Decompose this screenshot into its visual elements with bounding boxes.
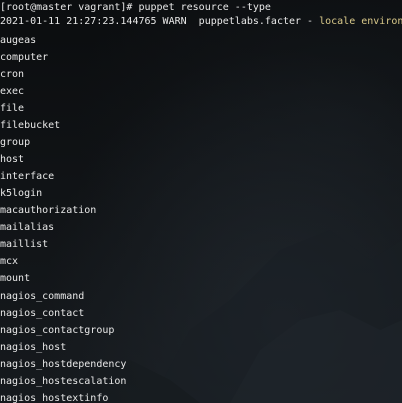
resource-type-line: mount [0,273,31,284]
terminal-window[interactable]: [root@master vagrant]# puppet resource -… [0,0,402,403]
resource-type-line: group [0,137,31,148]
warning-log-message: locale environ [319,16,402,27]
resource-type-line: interface [0,171,55,182]
command-prompt-line: [root@master vagrant]# puppet resource -… [0,2,271,13]
resource-type-line: nagios_command [0,291,85,302]
resource-type-line: host [0,154,25,165]
resource-type-line: nagios_hostextinfo [0,393,109,403]
resource-type-line: nagios_hostescalation [0,376,127,387]
resource-type-line: k5login [0,188,43,199]
warning-log-line: 2021-01-11 21:27:23.144765 WARN puppetla… [0,15,402,29]
resource-type-line: mcx [0,256,19,267]
resource-type-line: nagios_hostdependency [0,359,127,370]
resource-type-line: augeas [0,35,37,46]
resource-type-line: file [0,103,25,114]
resource-type-line: nagios_host [0,342,67,353]
resource-type-line: maillist [0,239,49,250]
warning-log-prefix: 2021-01-11 21:27:23.144765 WARN puppetla… [0,16,320,27]
resource-type-line: nagios_contact [0,308,85,319]
resource-type-line: exec [0,86,25,97]
resource-type-line: mailalias [0,222,55,233]
resource-type-line: macauthorization [0,205,97,216]
resource-type-line: computer [0,52,49,63]
resource-type-line: filebucket [0,120,61,131]
resource-type-line: cron [0,69,25,80]
resource-type-line: nagios_contactgroup [0,325,115,336]
